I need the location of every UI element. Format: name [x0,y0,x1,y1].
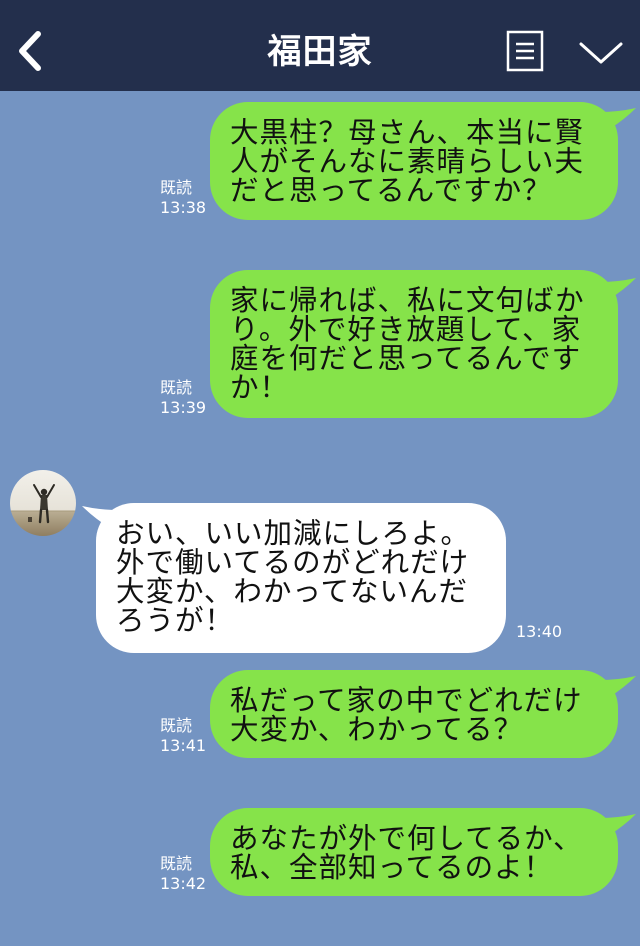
message-line: 大黒柱？母さん、本当に賢 [230,116,585,149]
message-bubble[interactable]: おい、いい加減にしろよ。 外で働いてるのがどれだけ 大変か、わかってないんだ ろ… [96,503,506,653]
message-line: 家に帰れば、私に文句ばか [230,284,585,317]
read-receipt: 既読 [160,854,193,873]
read-receipt: 既読 [160,716,193,735]
message-time: 13:42 [160,874,207,893]
chevron-down-icon[interactable] [578,40,624,66]
message-line: 大変か、わかってないんだ [116,575,469,608]
message-line: 大変か、わかってる？ [230,713,524,746]
message-bubble[interactable]: 大黒柱？母さん、本当に賢 人がそんなに素晴らしい夫 だと思ってるんですか？ [210,102,618,220]
message-line: あなたが外で何してるか、 [230,822,583,855]
message-line: おい、いい加減にしろよ。 [116,517,471,550]
message-line: ろうが！ [116,604,235,637]
message-time: 13:38 [160,198,207,217]
message-line: り。外で好き放題して、家 [230,313,582,346]
avatar[interactable] [10,470,76,536]
message-time: 13:39 [160,398,207,417]
chat-title: 福田家 [267,32,373,72]
message-meta: 既読 13:41 [160,716,206,756]
message-bubble[interactable]: 家に帰れば、私に文句ばか り。外で好き放題して、家 庭を何だと思ってるんです か… [210,270,618,418]
message-line: 私だって家の中でどれだけ [230,684,583,717]
message-line: か！ [230,371,290,404]
message-line: だと思ってるんですか？ [230,174,552,207]
message-line: 庭を何だと思ってるんです [230,342,582,375]
read-receipt: 既読 [160,378,193,397]
message-meta: 既読 13:38 [160,178,206,218]
message-time: 13:41 [160,736,207,755]
chat-header: 福田家 [0,0,640,91]
message-bubble[interactable]: あなたが外で何してるか、 私、全部知ってるのよ！ [210,808,618,896]
message-line: 私、全部知ってるのよ！ [230,851,554,884]
read-receipt: 既読 [160,178,193,197]
message-meta: 既読 13:42 [160,854,206,894]
note-list-icon[interactable] [506,30,544,72]
avatar-person-icon [10,470,76,536]
message-time: 13:40 [516,622,563,641]
message-line: 人がそんなに素晴らしい夫 [230,145,585,178]
message-line: 外で働いてるのがどれだけ [116,546,470,579]
message-bubble[interactable]: 私だって家の中でどれだけ 大変か、わかってる？ [210,670,618,758]
message-meta: 既読 13:39 [160,378,206,418]
